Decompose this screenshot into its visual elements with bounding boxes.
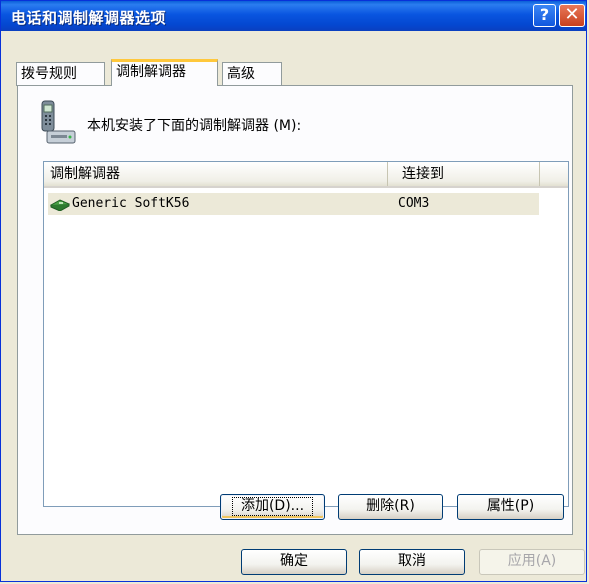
ok-button[interactable]: 确定 bbox=[241, 549, 347, 575]
modem-icon bbox=[49, 197, 71, 215]
properties-button-label: 属性(P) bbox=[486, 498, 535, 514]
remove-button[interactable]: 删除(R) bbox=[338, 494, 443, 520]
close-icon: ✕ bbox=[564, 4, 580, 25]
modem-port: COM3 bbox=[398, 196, 430, 211]
modem-name: Generic SoftK56 bbox=[72, 196, 190, 211]
tab-label: 调制解调器 bbox=[116, 64, 186, 80]
column-header-modem[interactable]: 调制解调器 bbox=[44, 162, 388, 186]
phone-modem-icon bbox=[39, 99, 77, 151]
column-header-port[interactable]: 连接到 bbox=[388, 162, 540, 186]
close-button[interactable]: ✕ bbox=[559, 4, 585, 27]
help-button[interactable]: ? bbox=[533, 4, 556, 27]
cancel-button[interactable]: 取消 bbox=[359, 549, 465, 575]
dialog-window: 电话和调制解调器选项 ? ✕ 拨号规则 高级 调制解调器 本机安装了下面的调制解… bbox=[0, 0, 587, 582]
add-button[interactable]: 添加(D)... bbox=[220, 494, 325, 520]
modem-list[interactable]: 调制解调器 连接到 Generic SoftK56 COM3 bbox=[43, 161, 569, 507]
help-icon: ? bbox=[539, 5, 550, 24]
cancel-button-label: 取消 bbox=[398, 553, 426, 569]
list-header: 调制解调器 连接到 bbox=[44, 162, 568, 188]
tab-label: 拨号规则 bbox=[21, 66, 77, 82]
ok-button-label: 确定 bbox=[280, 553, 308, 569]
properties-button[interactable]: 属性(P) bbox=[457, 494, 564, 520]
list-item[interactable]: Generic SoftK56 COM3 bbox=[48, 193, 539, 215]
tab-modems[interactable]: 调制解调器 bbox=[111, 59, 218, 86]
apply-button-label: 应用(A) bbox=[507, 553, 557, 569]
tab-advanced[interactable]: 高级 bbox=[222, 62, 282, 86]
add-button-label: 添加(D)... bbox=[231, 497, 314, 516]
tab-dialing-rules[interactable]: 拨号规则 bbox=[16, 62, 105, 86]
tab-label: 高级 bbox=[227, 66, 255, 82]
window-title: 电话和调制解调器选项 bbox=[11, 9, 167, 27]
apply-button[interactable]: 应用(A) bbox=[479, 549, 585, 575]
title-bar[interactable]: 电话和调制解调器选项 ? ✕ bbox=[1, 1, 586, 31]
remove-button-label: 删除(R) bbox=[366, 498, 415, 514]
modem-list-description: 本机安装了下面的调制解调器 (M): bbox=[87, 118, 302, 134]
